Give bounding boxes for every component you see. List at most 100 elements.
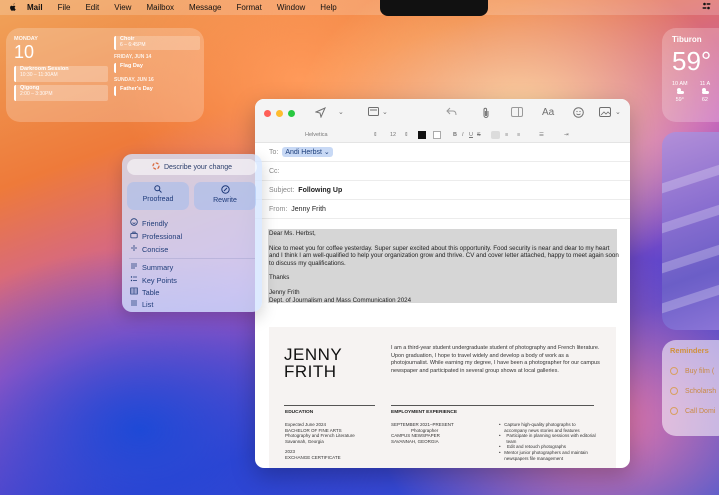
apple-menu-icon[interactable] <box>8 3 17 13</box>
font-family-select[interactable]: Helvetica <box>305 132 328 138</box>
event-title: Flag Day <box>120 63 143 69</box>
weather-widget[interactable]: Tiburon 59° 10 AM 59° 11 A 62 <box>662 28 719 122</box>
recipient-token[interactable]: Andi Herbst ⌄ <box>282 147 333 157</box>
chevron-updown-icon[interactable]: ⇕ <box>404 132 409 138</box>
chevron-updown-icon[interactable]: ⇕ <box>373 132 378 138</box>
tone-label: Professional <box>142 231 183 241</box>
photo-widget[interactable] <box>662 132 719 330</box>
menu-edit[interactable]: Edit <box>85 3 99 12</box>
format-table[interactable]: Table <box>129 287 159 297</box>
list-icon[interactable]: ☰ <box>539 132 544 138</box>
reminders-widget[interactable]: Reminders Buy film ( Scholarsh Call Domi <box>662 340 719 436</box>
menu-mailbox[interactable]: Mailbox <box>146 3 174 12</box>
concise-icon <box>129 244 138 254</box>
body-thanks: Thanks <box>269 274 290 282</box>
format-summary[interactable]: Summary <box>129 262 173 272</box>
format-list[interactable]: List <box>129 299 153 309</box>
zoom-button[interactable] <box>288 110 295 117</box>
emoji-icon[interactable] <box>573 107 584 122</box>
checkbox-circle-icon[interactable] <box>670 407 678 415</box>
compose-toolbar: ⌄ ⌄ Aa ⌄ <box>255 99 630 128</box>
chevron-down-icon[interactable]: ⌄ <box>338 107 344 119</box>
proofread-label: Proofread <box>142 196 174 203</box>
italic-icon[interactable]: I <box>462 132 464 138</box>
calendar-today-events: Darkroom Session 10:30 – 11:30AM Qigong … <box>14 66 108 104</box>
photo-texture <box>662 240 719 274</box>
bold-icon[interactable]: B <box>453 132 457 138</box>
format-key-points[interactable]: Key Points <box>129 275 177 285</box>
message-body[interactable]: Dear Ms. Herbst, Nice to meet you for co… <box>269 230 619 304</box>
resume-attachment[interactable]: JENNY FRITH I am a third-year student un… <box>269 327 616 468</box>
calendar-date-header: FRIDAY, JUN 14 <box>114 54 152 60</box>
tone-professional[interactable]: Professional <box>129 231 182 241</box>
weather-temp: 59° <box>672 46 712 76</box>
strikethrough-icon[interactable]: S <box>477 132 481 138</box>
menu-view[interactable]: View <box>114 3 131 12</box>
education-line: EXCHANGE CERTIFICATE <box>285 454 341 460</box>
align-right-icon[interactable]: ≡ <box>517 132 520 138</box>
subject-row[interactable]: Subject: Following Up <box>255 181 630 200</box>
close-button[interactable] <box>264 110 271 117</box>
calendar-event[interactable]: Flag Day <box>114 63 200 73</box>
reminder-item[interactable]: Buy film ( <box>670 367 719 375</box>
align-center-icon[interactable]: ≡ <box>505 132 508 138</box>
indent-icon[interactable]: ⇥ <box>564 132 569 138</box>
tone-friendly[interactable]: Friendly <box>129 218 168 228</box>
format-label: Table <box>142 287 160 297</box>
tone-concise[interactable]: Concise <box>129 244 168 254</box>
checkbox-circle-icon[interactable] <box>670 387 678 395</box>
attachment-icon[interactable] <box>482 107 490 123</box>
window-controls <box>264 110 295 117</box>
menu-file[interactable]: File <box>58 3 71 12</box>
menu-mail[interactable]: Mail <box>27 3 43 12</box>
photo-browser-icon[interactable] <box>599 107 612 121</box>
bullet-text: Participate in planning sessions with ed… <box>506 433 596 444</box>
background-color-swatch[interactable] <box>433 131 441 139</box>
menu-window[interactable]: Window <box>277 3 305 12</box>
menu-format[interactable]: Format <box>237 3 262 12</box>
sun-cloud-icon <box>700 87 711 97</box>
menu-message[interactable]: Message <box>189 3 221 12</box>
format-label: Summary <box>142 262 174 272</box>
text-color-swatch[interactable] <box>418 131 426 139</box>
to-row[interactable]: To: Andi Herbst ⌄ <box>255 143 630 162</box>
tone-label: Friendly <box>142 218 168 228</box>
cc-row[interactable]: Cc: <box>255 162 630 181</box>
chevron-down-icon[interactable]: ⌄ <box>615 107 621 119</box>
divider <box>129 258 255 259</box>
reminder-text: Scholarsh <box>685 387 717 395</box>
align-left-icon[interactable] <box>491 131 500 139</box>
menu-help[interactable]: Help <box>320 3 336 12</box>
reminder-item[interactable]: Scholarsh <box>670 387 719 395</box>
calendar-widget[interactable]: MONDAY 10 Darkroom Session 10:30 – 11:30… <box>6 28 204 122</box>
send-icon[interactable] <box>314 107 326 122</box>
describe-placeholder: Describe your change <box>163 163 233 171</box>
calendar-event[interactable]: Choir 6 – 6:45PM <box>114 36 200 50</box>
chevron-down-icon[interactable]: ⌄ <box>382 107 388 119</box>
to-label: To: <box>269 148 279 156</box>
proofread-button[interactable]: Proofread <box>127 182 189 210</box>
format-text-icon[interactable]: Aa <box>542 107 554 119</box>
font-size-select[interactable]: 12 <box>390 132 396 138</box>
from-field[interactable]: Jenny Frith <box>291 206 326 213</box>
minimize-button[interactable] <box>276 110 283 117</box>
rewrite-button[interactable]: Rewrite <box>194 182 256 210</box>
sidebar-icon[interactable] <box>511 107 523 121</box>
calendar-event[interactable]: Darkroom Session 10:30 – 11:30AM <box>14 66 108 82</box>
checkbox-circle-icon[interactable] <box>670 367 678 375</box>
education-details: Expected June 2024 BACHELOR OF FINE ARTS… <box>285 422 385 461</box>
header-fields-icon[interactable] <box>368 107 380 121</box>
control-center-icon[interactable] <box>702 2 711 12</box>
subject-field[interactable]: Following Up <box>298 187 342 194</box>
calendar-event[interactable]: Qigong 2:00 – 3:30PM <box>14 85 108 101</box>
describe-change-input[interactable]: Describe your change <box>127 159 257 175</box>
underline-icon[interactable]: U <box>469 132 473 138</box>
reply-icon[interactable] <box>446 107 457 121</box>
calendar-event[interactable]: Father's Day <box>114 86 200 96</box>
divider <box>391 405 594 406</box>
tone-label: Concise <box>142 244 169 254</box>
reminder-item[interactable]: Call Domi <box>670 407 719 415</box>
summary-icon <box>129 262 138 272</box>
subject-label: Subject: <box>269 186 295 194</box>
from-row[interactable]: From: Jenny Frith <box>255 200 630 219</box>
